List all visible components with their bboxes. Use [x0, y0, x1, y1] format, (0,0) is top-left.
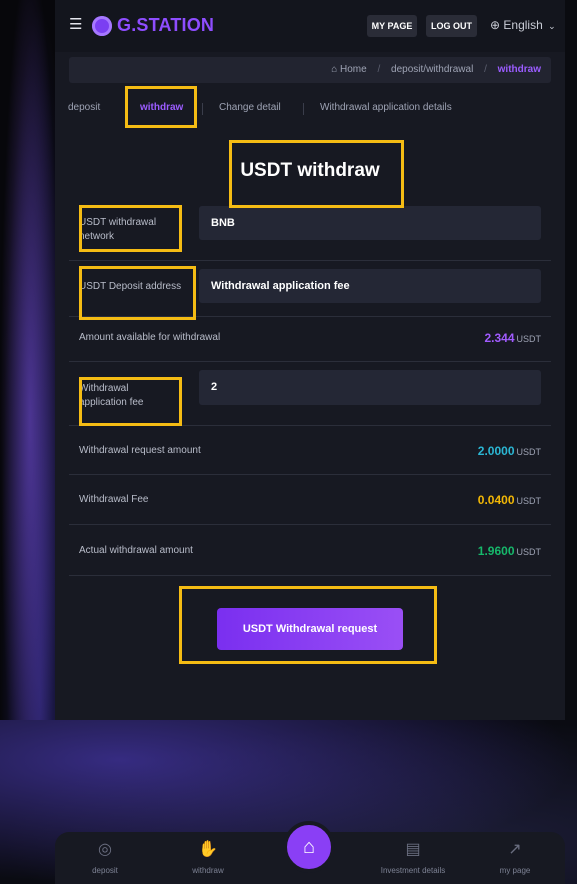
coin-icon: ◎: [98, 841, 112, 858]
breadcrumb-home[interactable]: Home: [340, 64, 367, 75]
tab-divider: [202, 103, 203, 115]
my-page-button[interactable]: MY PAGE: [367, 15, 417, 37]
logout-button[interactable]: LOG OUT: [426, 15, 477, 37]
language-selector[interactable]: ⊕ English ⌄: [490, 18, 556, 32]
home-icon: ⌂: [302, 836, 316, 858]
annotation-box: [125, 86, 197, 128]
breadcrumb-separator: /: [484, 64, 487, 75]
tab-divider: [303, 103, 304, 115]
address-value: Withdrawal application fee: [211, 280, 350, 292]
fee-input-field[interactable]: 2: [199, 370, 541, 405]
actual-row: Actual withdrawal amount 1.9600 USDT: [69, 525, 551, 576]
fee-input-value: 2: [211, 381, 218, 393]
tab-change-detail[interactable]: Change detail: [219, 102, 281, 113]
unit-label: USDT: [516, 496, 542, 506]
annotation-box: [79, 377, 182, 426]
fee-row: Withdrawal Fee 0.0400 USDT: [69, 475, 551, 525]
home-button[interactable]: ⌂: [283, 821, 335, 873]
address-field[interactable]: Withdrawal application fee: [199, 269, 541, 303]
home-icon: ⌂: [331, 64, 338, 75]
annotation-box: [179, 586, 437, 664]
available-value: 2.344: [484, 331, 515, 345]
request-amount-row: Withdrawal request amount 2.0000 USDT: [69, 426, 551, 475]
available-label: Amount available for withdrawal: [79, 332, 221, 343]
nav-withdraw[interactable]: ✋ withdraw: [168, 840, 248, 875]
actual-value: 1.9600: [477, 544, 515, 558]
fee-amount: 0.0400 USDT: [478, 493, 541, 507]
annotation-box: [79, 266, 196, 320]
menu-icon[interactable]: ☰: [69, 17, 83, 32]
hand-coin-icon: ✋: [198, 841, 218, 858]
nav-deposit[interactable]: ◎ deposit: [65, 840, 145, 875]
network-value: BNB: [211, 217, 235, 229]
bottom-navigation: ◎ deposit ✋ withdraw ⌂ ▤ Investment deta…: [55, 821, 565, 884]
nav-deposit-label: deposit: [92, 866, 118, 875]
chart-line-icon: ↗: [508, 841, 522, 858]
app-container: ☰ G.STATION MY PAGE LOG OUT ⊕ English ⌄ …: [55, 0, 565, 720]
breadcrumb-section[interactable]: deposit/withdrawal: [391, 64, 473, 75]
logo-text[interactable]: G.STATION: [117, 15, 214, 36]
annotation-box: [79, 205, 182, 252]
nav-investment-details[interactable]: ▤ Investment details: [373, 840, 453, 875]
unit-label: USDT: [516, 334, 542, 344]
breadcrumb: ⌂ Home / deposit/withdrawal / withdraw: [69, 57, 551, 83]
globe-icon: ⊕: [490, 18, 501, 32]
annotation-box: [229, 140, 404, 208]
unit-label: USDT: [516, 547, 542, 557]
tab-withdrawal-application-details[interactable]: Withdrawal application details: [320, 102, 452, 113]
language-label: English: [503, 18, 543, 32]
nav-investment-details-label: Investment details: [380, 866, 446, 875]
available-row: Amount available for withdrawal 2.344 USD…: [69, 317, 551, 362]
request-amount-value: 2.0000: [477, 444, 515, 458]
fee-label: Withdrawal Fee: [79, 494, 149, 505]
breadcrumb-separator: /: [377, 64, 381, 75]
request-amount-label: Withdrawal request amount: [79, 445, 201, 456]
header: ☰ G.STATION MY PAGE LOG OUT ⊕ English ⌄: [55, 0, 565, 52]
actual-label: Actual withdrawal amount: [79, 545, 193, 556]
network-field[interactable]: BNB: [199, 206, 541, 240]
request-amount: 2.0000 USDT: [478, 444, 541, 458]
fee-value: 0.0400: [477, 493, 515, 507]
tab-deposit[interactable]: deposit: [68, 102, 100, 113]
receipt-icon: ▤: [405, 841, 421, 858]
nav-my-page[interactable]: ↗ my page: [475, 840, 555, 875]
unit-label: USDT: [516, 447, 542, 457]
available-amount: 2.344 USDT: [484, 331, 541, 345]
nav-withdraw-label: withdraw: [192, 866, 224, 875]
chevron-down-icon: ⌄: [548, 21, 556, 31]
breadcrumb-current: withdraw: [497, 64, 541, 75]
nav-my-page-label: my page: [499, 866, 531, 875]
actual-amount: 1.9600 USDT: [478, 544, 541, 558]
logo-icon: [92, 16, 112, 36]
